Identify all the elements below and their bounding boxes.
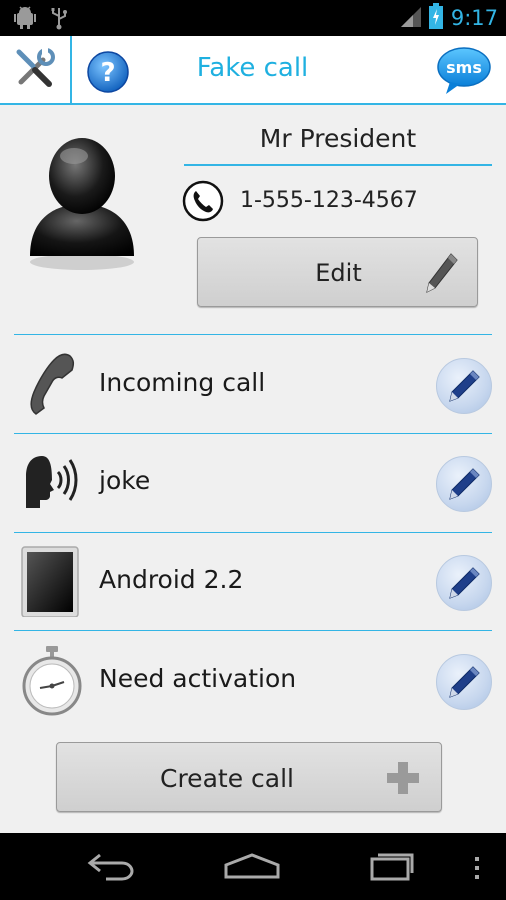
settings-button[interactable] bbox=[0, 36, 72, 103]
plus-icon bbox=[385, 760, 421, 796]
stopwatch-icon bbox=[20, 644, 84, 716]
home-icon bbox=[224, 853, 280, 879]
pencil-icon bbox=[449, 567, 480, 599]
help-icon: ? bbox=[87, 51, 129, 93]
edit-call-button[interactable] bbox=[436, 654, 492, 710]
status-bar: 9:17 bbox=[0, 0, 506, 36]
pencil-icon bbox=[421, 250, 461, 296]
handset-icon bbox=[20, 348, 84, 420]
edit-call-button[interactable] bbox=[436, 358, 492, 414]
create-call-button[interactable]: Create call bbox=[56, 742, 442, 812]
help-button[interactable]: ? bbox=[86, 50, 130, 94]
speaking-head-icon bbox=[20, 446, 84, 518]
contact-phone: 1-555-123-4567 bbox=[240, 188, 418, 213]
pencil-icon bbox=[449, 370, 480, 402]
home-button[interactable] bbox=[222, 851, 282, 885]
menu-button[interactable] bbox=[472, 855, 482, 885]
sms-icon: sms bbox=[437, 47, 491, 94]
battery-charging-icon bbox=[428, 3, 443, 33]
call-item-label: Need activation bbox=[99, 664, 297, 693]
action-bar: ? Fake call sms bbox=[0, 36, 506, 105]
pencil-icon bbox=[449, 666, 480, 698]
navigation-bar bbox=[0, 833, 506, 900]
app-content: ? Fake call sms Mr President 1-555-123-4… bbox=[0, 36, 506, 833]
tools-icon bbox=[13, 46, 57, 94]
call-item[interactable]: Need activation bbox=[14, 632, 492, 728]
contact-avatar[interactable] bbox=[22, 132, 142, 272]
pencil-icon bbox=[449, 468, 480, 500]
edit-call-button[interactable] bbox=[436, 456, 492, 512]
back-icon bbox=[87, 853, 134, 881]
call-item[interactable]: Incoming call bbox=[14, 336, 492, 432]
divider bbox=[14, 630, 492, 631]
svg-text:?: ? bbox=[100, 58, 115, 88]
name-underline bbox=[184, 164, 492, 166]
sms-button[interactable]: sms bbox=[436, 46, 492, 96]
back-button[interactable] bbox=[86, 851, 136, 885]
person-icon bbox=[30, 138, 134, 270]
usb-icon bbox=[50, 6, 68, 34]
call-item-label: Android 2.2 bbox=[99, 565, 244, 594]
phone-icon bbox=[182, 180, 224, 222]
call-item-label: Incoming call bbox=[99, 368, 266, 397]
contact-name[interactable]: Mr President bbox=[184, 124, 492, 153]
create-call-label: Create call bbox=[160, 764, 294, 793]
signal-icon bbox=[399, 5, 421, 31]
call-item[interactable]: Android 2.2 bbox=[14, 533, 492, 629]
edit-call-button[interactable] bbox=[436, 555, 492, 611]
call-item-label: joke bbox=[99, 466, 151, 495]
android-debug-icon bbox=[14, 6, 36, 34]
recent-apps-icon bbox=[370, 853, 414, 881]
recent-apps-button[interactable] bbox=[368, 849, 416, 885]
clock: 9:17 bbox=[450, 6, 498, 30]
overflow-menu-icon bbox=[475, 857, 479, 879]
tablet-icon bbox=[20, 545, 84, 618]
edit-contact-button[interactable]: Edit bbox=[197, 237, 478, 307]
sms-label: sms bbox=[446, 58, 482, 77]
call-item[interactable]: joke bbox=[14, 434, 492, 530]
page-title: Fake call bbox=[196, 53, 309, 83]
divider bbox=[14, 334, 492, 335]
